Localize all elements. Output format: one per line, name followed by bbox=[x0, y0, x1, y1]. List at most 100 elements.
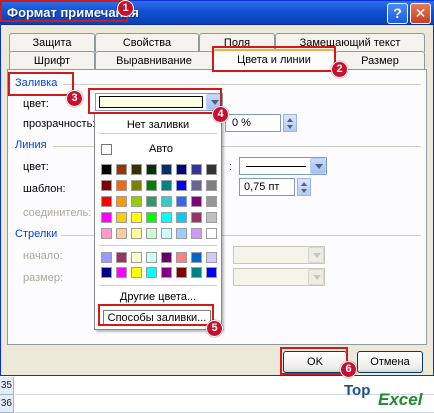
line-weight-input[interactable]: 0,75 пт bbox=[239, 178, 295, 196]
color-swatch[interactable] bbox=[146, 212, 157, 223]
step-badge-4: 4 bbox=[212, 106, 229, 123]
color-swatch[interactable] bbox=[131, 164, 142, 175]
color-swatch[interactable] bbox=[131, 180, 142, 191]
close-button[interactable]: ✕ bbox=[410, 3, 431, 24]
arrow-start-dropdown[interactable] bbox=[233, 246, 325, 264]
color-swatch[interactable] bbox=[146, 267, 157, 278]
color-swatch[interactable] bbox=[176, 196, 187, 207]
row-header-36[interactable]: 36 bbox=[0, 395, 14, 413]
color-swatch[interactable] bbox=[176, 252, 187, 263]
step-badge-5: 5 bbox=[206, 320, 223, 337]
color-swatch[interactable] bbox=[101, 180, 112, 191]
color-swatch[interactable] bbox=[161, 180, 172, 191]
tab-font[interactable]: Шрифт bbox=[9, 51, 95, 70]
color-swatch[interactable] bbox=[176, 212, 187, 223]
color-swatch[interactable] bbox=[161, 267, 172, 278]
color-swatch[interactable] bbox=[161, 252, 172, 263]
color-swatch[interactable] bbox=[131, 267, 142, 278]
fill-color-popup: Нет заливки Авто Другие цвета... Способы… bbox=[94, 112, 222, 330]
chevron-down-icon[interactable] bbox=[308, 247, 324, 263]
line-style-preview bbox=[246, 166, 306, 167]
tab-protection[interactable]: Защита bbox=[9, 33, 95, 52]
color-swatch[interactable] bbox=[116, 267, 127, 278]
line-group-label: Линия bbox=[15, 139, 47, 151]
color-swatch[interactable] bbox=[206, 164, 217, 175]
help-button[interactable]: ? bbox=[387, 3, 408, 24]
color-swatch[interactable] bbox=[101, 252, 112, 263]
transparency-value: 0 % bbox=[232, 117, 251, 129]
step-badge-2: 2 bbox=[331, 61, 348, 78]
color-swatch[interactable] bbox=[161, 196, 172, 207]
color-swatch[interactable] bbox=[206, 212, 217, 223]
annotation-box-title bbox=[0, 0, 128, 22]
color-swatch[interactable] bbox=[131, 196, 142, 207]
color-swatch[interactable] bbox=[191, 180, 202, 191]
annotation-box-fill-effects bbox=[98, 304, 214, 326]
transparency-input[interactable]: 0 % bbox=[225, 114, 281, 132]
color-swatch[interactable] bbox=[101, 212, 112, 223]
color-swatch[interactable] bbox=[146, 228, 157, 239]
step-badge-6: 6 bbox=[340, 361, 357, 378]
auto-color-swatch[interactable] bbox=[101, 144, 112, 155]
color-swatch[interactable] bbox=[191, 196, 202, 207]
tab-alignment[interactable]: Выравнивание bbox=[95, 51, 213, 70]
color-swatch[interactable] bbox=[191, 212, 202, 223]
color-swatch[interactable] bbox=[176, 228, 187, 239]
popup-separator bbox=[99, 245, 217, 246]
color-swatch[interactable] bbox=[101, 164, 112, 175]
annotation-box-ok bbox=[280, 347, 348, 375]
annotation-box-fill bbox=[8, 72, 74, 96]
color-swatch[interactable] bbox=[146, 196, 157, 207]
color-swatch[interactable] bbox=[116, 164, 127, 175]
color-swatch[interactable] bbox=[206, 180, 217, 191]
color-swatch[interactable] bbox=[161, 212, 172, 223]
color-swatch[interactable] bbox=[161, 228, 172, 239]
color-swatch[interactable] bbox=[116, 180, 127, 191]
auto-option[interactable]: Авто bbox=[149, 143, 173, 155]
cancel-button[interactable]: Отмена bbox=[357, 351, 423, 373]
row-header-35[interactable]: 35 bbox=[0, 377, 14, 395]
color-swatch[interactable] bbox=[206, 196, 217, 207]
colon-mark: : bbox=[229, 161, 233, 173]
color-swatch[interactable] bbox=[146, 164, 157, 175]
color-swatch[interactable] bbox=[176, 180, 187, 191]
more-colors-option[interactable]: Другие цвета... bbox=[95, 291, 221, 303]
color-swatch[interactable] bbox=[191, 267, 202, 278]
popup-separator bbox=[99, 285, 217, 286]
color-swatch[interactable] bbox=[206, 267, 217, 278]
color-swatch[interactable] bbox=[191, 228, 202, 239]
color-swatch[interactable] bbox=[161, 164, 172, 175]
color-swatch[interactable] bbox=[146, 252, 157, 263]
color-swatch[interactable] bbox=[191, 252, 202, 263]
color-swatch[interactable] bbox=[116, 252, 127, 263]
color-swatch[interactable] bbox=[131, 212, 142, 223]
arrow-size-dropdown[interactable] bbox=[233, 268, 325, 286]
color-swatch[interactable] bbox=[176, 164, 187, 175]
color-swatch[interactable] bbox=[191, 164, 202, 175]
fill-color-label: цвет: bbox=[23, 98, 49, 110]
color-swatch[interactable] bbox=[206, 228, 217, 239]
color-swatch[interactable] bbox=[176, 267, 187, 278]
color-swatch[interactable] bbox=[146, 180, 157, 191]
chevron-down-icon[interactable] bbox=[308, 269, 324, 285]
step-badge-1: 1 bbox=[117, 0, 134, 17]
color-swatch[interactable] bbox=[101, 267, 112, 278]
no-fill-option[interactable]: Нет заливки bbox=[95, 119, 221, 131]
tab-size[interactable]: Размер bbox=[335, 51, 425, 70]
color-swatch[interactable] bbox=[116, 212, 127, 223]
color-swatch[interactable] bbox=[101, 196, 112, 207]
line-weight-spinner[interactable] bbox=[297, 178, 311, 196]
transparency-spinner[interactable] bbox=[283, 114, 297, 132]
chevron-down-icon[interactable] bbox=[310, 158, 326, 174]
color-swatch[interactable] bbox=[131, 228, 142, 239]
color-swatch[interactable] bbox=[116, 196, 127, 207]
color-swatch[interactable] bbox=[206, 252, 217, 263]
line-style-dropdown[interactable] bbox=[239, 157, 327, 175]
topexcel-logo: Top Excel bbox=[338, 382, 432, 410]
color-swatch[interactable] bbox=[131, 252, 142, 263]
color-swatch[interactable] bbox=[101, 228, 112, 239]
logo-top-text: Top bbox=[344, 382, 371, 399]
tab-properties[interactable]: Свойства bbox=[95, 33, 199, 52]
arrow-start-label: начало: bbox=[23, 250, 63, 262]
color-swatch[interactable] bbox=[116, 228, 127, 239]
